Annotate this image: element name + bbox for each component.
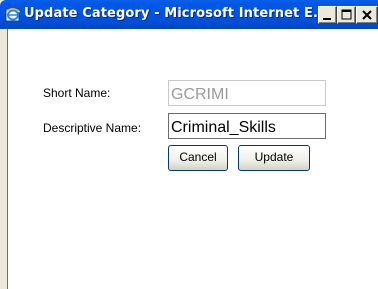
maximize-icon bbox=[341, 9, 352, 20]
minimize-button[interactable] bbox=[318, 6, 337, 24]
close-button[interactable] bbox=[356, 6, 378, 24]
browser-window: Update Category - Microsoft Internet E..… bbox=[0, 0, 378, 289]
page-content: Short Name: Descriptive Name: Cancel Upd… bbox=[7, 29, 378, 289]
descriptive-name-field[interactable] bbox=[168, 113, 326, 139]
descriptive-name-label: Descriptive Name: bbox=[43, 121, 142, 135]
title-bar[interactable]: Update Category - Microsoft Internet E..… bbox=[0, 0, 378, 29]
maximize-button[interactable] bbox=[337, 6, 356, 24]
update-button[interactable]: Update bbox=[238, 145, 310, 171]
short-name-field bbox=[168, 80, 326, 106]
cancel-button[interactable]: Cancel bbox=[168, 145, 228, 171]
internet-explorer-icon[interactable] bbox=[5, 7, 21, 23]
close-icon bbox=[362, 10, 372, 20]
short-name-label: Short Name: bbox=[43, 86, 111, 100]
window-title: Update Category - Microsoft Internet E..… bbox=[24, 6, 329, 21]
minimize-icon bbox=[323, 18, 331, 20]
